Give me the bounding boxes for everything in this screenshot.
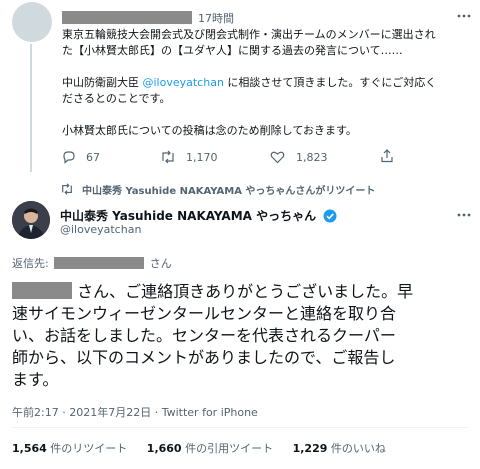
tweet-meta: 午前2:17 · 2021年7月22日 · Twitter for iPhone xyxy=(12,404,258,420)
tweet-date[interactable]: 2021年7月22日 xyxy=(69,406,151,419)
quotes-count: 1,660 xyxy=(146,442,182,455)
author-display-name[interactable]: 中山泰秀 Yasuhide NAKAYAMA やっちゃん xyxy=(60,209,316,223)
mention-link[interactable]: @iloveyatchan xyxy=(143,76,224,89)
retweet-icon[interactable] xyxy=(160,150,176,164)
tweet-line: さん、ご連絡頂きありがとうございました。早 xyxy=(77,282,414,301)
tweet-line: 師から、以下のコメントがありましたので、ご報告し xyxy=(12,348,396,367)
meta-dot: · xyxy=(62,406,66,419)
retweets-stat[interactable]: 1,564 件のリツイート xyxy=(12,442,131,455)
retweets-label: 件のリツイート xyxy=(50,442,128,455)
body-line: 東京五輪競技大会開会式及び閉会式制作・演出チームのメンバーに選出され xyxy=(62,28,436,41)
likes-stat[interactable]: 1,229 件のいいね xyxy=(293,442,386,455)
share-icon[interactable] xyxy=(380,149,394,163)
more-icon[interactable] xyxy=(456,207,472,223)
tweet-line: い、お話をしました。センターを代表されるクーパー xyxy=(12,326,396,345)
body-line: た【小林賢太郎氏】の【ユダヤ人】に関する過去の発言について…… xyxy=(62,44,403,57)
author-name-row[interactable]: 中山泰秀 Yasuhide NAKAYAMA やっちゃん xyxy=(60,205,337,224)
retweet-count: 1,170 xyxy=(186,151,218,164)
tweet-time[interactable]: 午前2:17 xyxy=(12,406,59,419)
redacted-author-name xyxy=(62,11,192,24)
retweet-notice-icon xyxy=(60,183,74,195)
body-line: 小林賢太郎氏についての投稿は念のため削除しておきます。 xyxy=(62,124,357,137)
like-icon[interactable] xyxy=(270,150,285,164)
tweet-line: ます。 xyxy=(12,370,59,389)
tweet-line: 速サイモンウィーゼンタールセンターと連絡を取り合 xyxy=(12,304,397,323)
top-tweet[interactable]: 17時間 東京五輪競技大会開会式及び閉会式制作・演出チームのメンバーに選出され … xyxy=(0,0,480,175)
redacted-mention xyxy=(12,282,72,299)
more-icon[interactable] xyxy=(456,8,472,24)
author-avatar[interactable] xyxy=(12,201,50,239)
tweet-body: 東京五輪競技大会開会式及び閉会式制作・演出チームのメンバーに選出され た【小林賢… xyxy=(62,27,472,139)
main-tweet-text: さん、ご連絡頂きありがとうございました。早 速サイモンウィーゼンタールセンターと… xyxy=(12,281,474,391)
avatar[interactable] xyxy=(12,2,52,42)
verified-badge-icon xyxy=(323,209,337,223)
body-text: に相談させて頂きました。すぐにご対応く xyxy=(227,76,437,89)
reply-to: 返信先: さん xyxy=(12,255,172,271)
quotes-stat[interactable]: 1,660 件の引用ツイート xyxy=(147,442,277,455)
reply-to-prefix: 返信先: xyxy=(12,257,49,270)
body-text: 中山防衛副大臣 xyxy=(62,76,139,89)
redacted-reply-handle[interactable] xyxy=(54,257,145,269)
meta-dot: · xyxy=(154,406,159,419)
like-count: 1,823 xyxy=(296,151,328,164)
tweet-time[interactable]: 17時間 xyxy=(198,10,234,26)
divider xyxy=(12,427,468,428)
reply-to-suffix: さん xyxy=(149,257,172,270)
retweet-notice[interactable]: 中山泰秀 Yasuhide NAKAYAMA やっちゃんさんがリツイート xyxy=(82,182,375,197)
body-line: ださるとのことです。 xyxy=(62,92,171,105)
tweet-source[interactable]: Twitter for iPhone xyxy=(162,406,258,419)
reply-count: 67 xyxy=(86,151,100,164)
thread-line xyxy=(30,44,32,172)
reply-icon[interactable] xyxy=(62,150,76,164)
retweets-count: 1,564 xyxy=(12,442,47,455)
author-handle[interactable]: @iloveyatchan xyxy=(60,223,141,236)
likes-count: 1,229 xyxy=(292,442,328,455)
likes-label: 件のいいね xyxy=(330,442,386,455)
quotes-label: 件の引用ツイート xyxy=(185,442,274,455)
tweet-stats: 1,564 件のリツイート 1,660 件の引用ツイート 1,229 件のいいね xyxy=(12,440,386,456)
